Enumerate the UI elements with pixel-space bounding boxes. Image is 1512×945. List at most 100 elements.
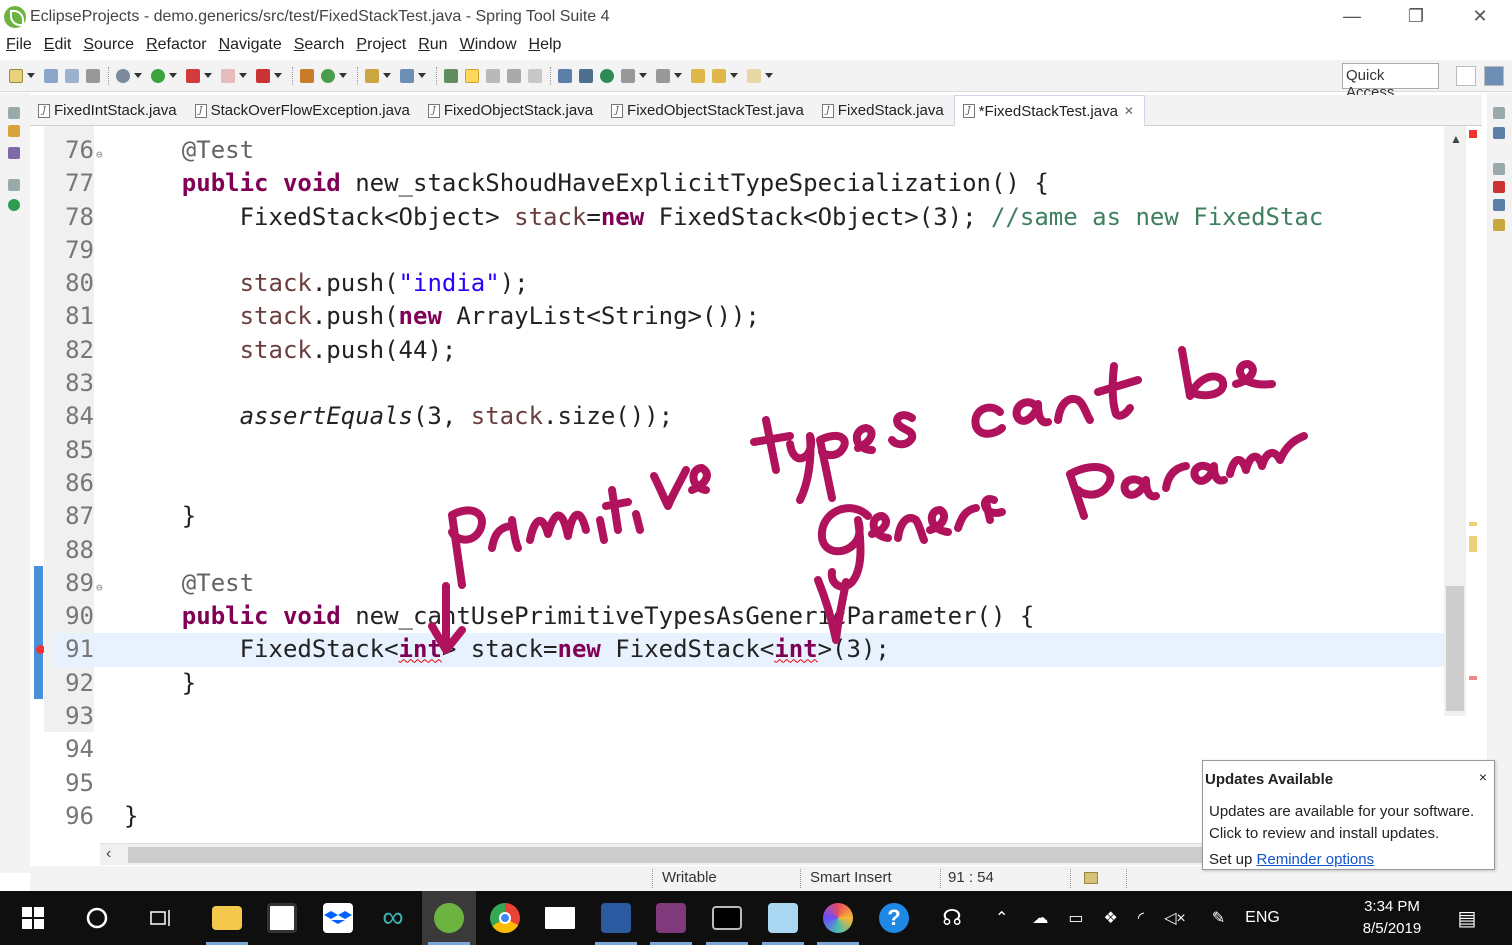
restore-view-icon[interactable] [1493, 163, 1505, 175]
tab-fixed-object-stack[interactable]: J FixedObjectStack.java [420, 95, 603, 126]
next-annotation-icon[interactable] [621, 68, 635, 83]
new-file-icon[interactable] [9, 68, 23, 83]
problems-icon[interactable] [1493, 181, 1505, 193]
close-tab-icon[interactable]: ✕ [1124, 104, 1134, 118]
debug-icon[interactable] [116, 68, 130, 83]
toggle-mark-occurrences-icon[interactable] [465, 68, 479, 83]
taskbar-chrome[interactable] [478, 891, 532, 945]
taskbar-paint-3d[interactable] [811, 891, 865, 945]
menu-edit[interactable]: Edit [38, 36, 78, 54]
restore-button[interactable]: ❐ [1384, 0, 1448, 33]
stop-dropdown-caret[interactable] [239, 73, 247, 78]
error-overview-marker[interactable] [1469, 130, 1477, 138]
tab-fixed-object-stack-test[interactable]: J FixedObjectStackTest.java [603, 95, 814, 126]
menu-run[interactable]: Run [412, 36, 453, 54]
external-tools-dropdown-caret[interactable] [274, 73, 282, 78]
menu-window[interactable]: Window [454, 36, 523, 54]
taskbar-visual-studio[interactable] [589, 891, 643, 945]
open-type-dropdown-caret[interactable] [383, 73, 391, 78]
taskbar-dropbox[interactable] [311, 891, 365, 945]
taskbar-file-explorer[interactable] [200, 891, 254, 945]
menu-refactor[interactable]: Refactor [140, 36, 212, 54]
tab-fixed-stack-test[interactable]: J *FixedStackTest.java ✕ [953, 95, 1145, 126]
restore-view-icon[interactable] [1493, 107, 1505, 119]
vertical-scrollbar[interactable]: ▲ [1444, 126, 1466, 716]
taskbar-onenote[interactable] [644, 891, 698, 945]
previous-annotation-icon[interactable] [656, 68, 670, 83]
forward-dropdown-caret[interactable] [765, 73, 773, 78]
save-icon[interactable] [44, 68, 58, 83]
restore-view-icon[interactable] [8, 107, 20, 119]
minimize-button[interactable]: — [1320, 0, 1384, 33]
outline-icon[interactable] [1493, 127, 1505, 139]
battery-icon[interactable]: ▭ [1068, 908, 1083, 928]
back-dropdown-caret[interactable] [730, 73, 738, 78]
fold-icon[interactable]: ⊖ [96, 138, 103, 171]
taskbar-clock[interactable]: 3:34 PM 8/5/2019 [1352, 896, 1432, 940]
skip-breakpoints-icon[interactable] [579, 68, 593, 83]
taskbar-mail[interactable] [533, 891, 587, 945]
fold-icon[interactable]: ⊖ [96, 571, 103, 604]
menu-project[interactable]: Project [350, 36, 412, 54]
quick-access-field[interactable]: Quick Access [1342, 63, 1439, 101]
taskbar-command-prompt[interactable] [700, 891, 754, 945]
menu-source[interactable]: Source [77, 36, 140, 54]
code-editor[interactable]: 76 ⊖ @Test 77 public void new_stackShoudH… [30, 126, 1482, 842]
java-perspective-icon[interactable] [1484, 66, 1504, 86]
close-button[interactable]: ✕ [1448, 0, 1512, 33]
open-perspective-icon[interactable] [1456, 66, 1476, 86]
task-view-button[interactable] [134, 891, 188, 945]
taskbar-help[interactable]: ? [867, 891, 921, 945]
occurrence-marker[interactable] [1469, 522, 1477, 526]
stop-icon[interactable] [221, 68, 235, 83]
dropbox-tray-icon[interactable]: ❖ [1104, 908, 1118, 928]
taskbar-people[interactable]: ☊ [925, 891, 979, 945]
declaration-icon[interactable] [1493, 219, 1505, 231]
occurrence-marker[interactable] [1469, 536, 1477, 552]
new-package-icon[interactable] [300, 68, 314, 83]
type-hierarchy-icon[interactable] [8, 147, 20, 159]
boot-dashboard-icon[interactable] [8, 199, 20, 211]
reminder-options-link[interactable]: Reminder options [1257, 851, 1375, 868]
popup-close-button[interactable]: × [1479, 769, 1487, 785]
debug-dropdown-caret[interactable] [134, 73, 142, 78]
toggle-block-selection-icon[interactable] [486, 68, 500, 83]
wifi-icon[interactable]: ◜ [1138, 908, 1144, 928]
error-overview-marker[interactable] [1469, 676, 1477, 680]
show-hidden-icons-icon[interactable]: ⌃ [995, 908, 1008, 928]
javadoc-icon[interactable] [1493, 199, 1505, 211]
previous-annotation-dropdown-caret[interactable] [674, 73, 682, 78]
tab-stack-overflow-exception[interactable]: J StackOverFlowException.java [187, 95, 420, 126]
popup-body-line[interactable]: Click to review and install updates. [1209, 823, 1474, 845]
taskbar-store[interactable] [255, 891, 309, 945]
menu-file[interactable]: File [0, 36, 38, 54]
forward-icon[interactable] [747, 68, 761, 83]
new-dropdown-caret[interactable] [27, 73, 35, 78]
scroll-up-icon[interactable]: ▲ [1450, 132, 1462, 146]
open-type-icon[interactable] [365, 68, 379, 83]
taskbar-spring-tool-suite[interactable] [422, 891, 476, 945]
console-icon[interactable] [558, 68, 572, 83]
print-icon[interactable] [86, 68, 100, 83]
coverage-dropdown-caret[interactable] [204, 73, 212, 78]
next-annotation-dropdown-caret[interactable] [639, 73, 647, 78]
vertical-scroll-thumb[interactable] [1446, 586, 1464, 711]
tab-fixed-stack[interactable]: J FixedStack.java [814, 95, 954, 126]
run-dropdown-caret[interactable] [169, 73, 177, 78]
insert-mode-status[interactable]: Smart Insert [810, 869, 892, 886]
onedrive-cloud-icon[interactable]: ☁ [1032, 908, 1048, 928]
taskbar-snipping-tool[interactable] [756, 891, 810, 945]
last-edit-location-icon[interactable] [691, 68, 705, 83]
run-icon[interactable] [151, 68, 165, 83]
tab-fixed-int-stack[interactable]: J FixedIntStack.java [30, 95, 187, 126]
package-explorer-icon[interactable] [8, 125, 20, 137]
new-class-icon[interactable] [321, 68, 335, 83]
menu-search[interactable]: Search [288, 36, 351, 54]
menu-help[interactable]: Help [523, 36, 568, 54]
word-wrap-icon[interactable] [507, 68, 521, 83]
volume-muted-icon[interactable]: ◁× [1164, 908, 1186, 928]
taskbar-arduino[interactable]: ∞ [366, 891, 420, 945]
back-icon[interactable] [712, 68, 726, 83]
pen-workspace-icon[interactable]: ✎ [1212, 908, 1225, 928]
start-button[interactable] [6, 891, 60, 945]
